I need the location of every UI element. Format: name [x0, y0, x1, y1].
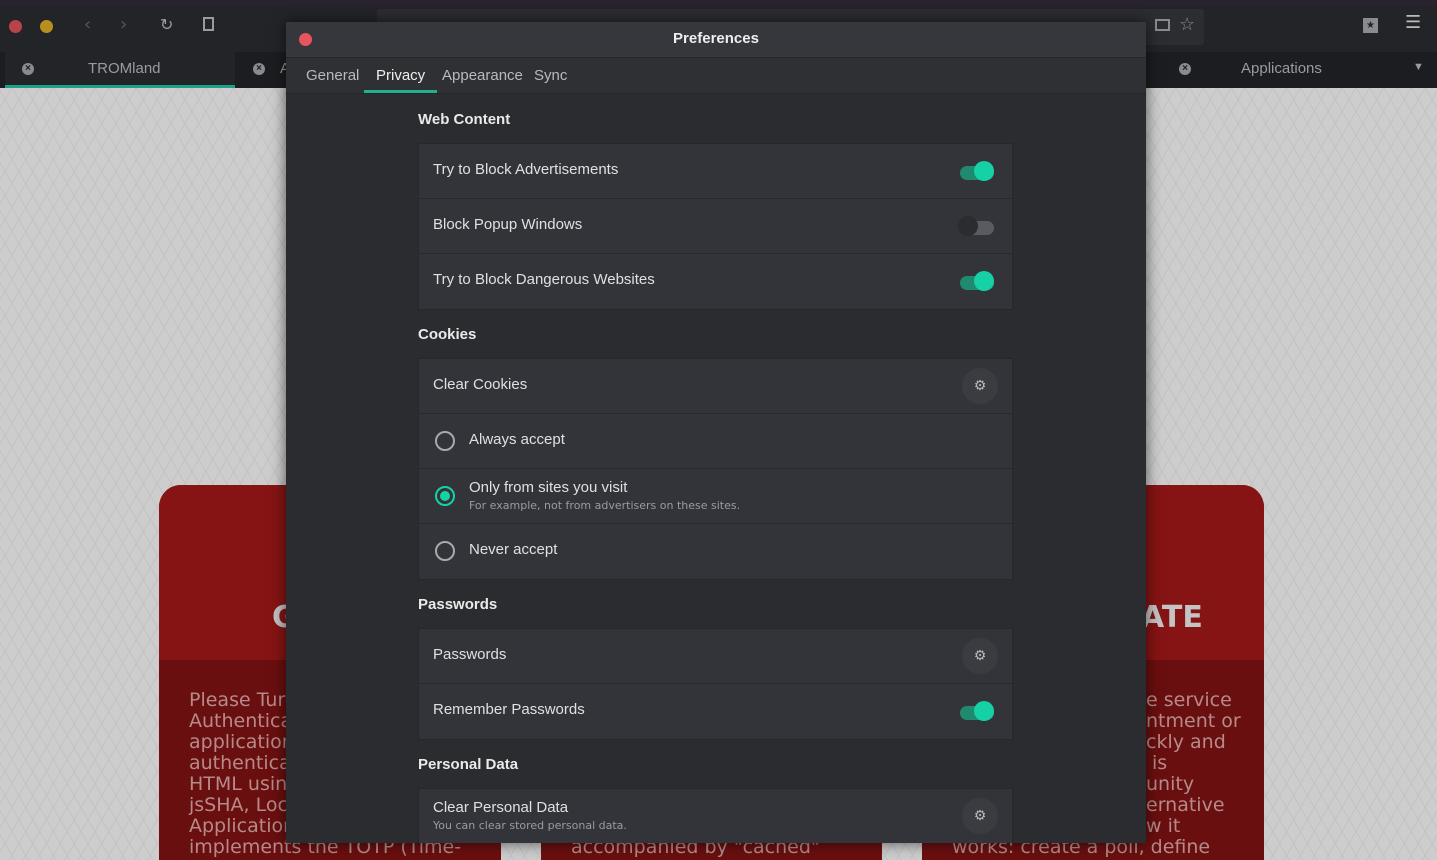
row-sublabel: For example, not from advertisers on the…	[469, 499, 741, 512]
card-title: ATE	[1141, 600, 1203, 635]
reader-icon[interactable]	[1155, 19, 1170, 31]
forward-icon[interactable]: ›	[120, 14, 127, 35]
always-accept-row[interactable]: Always accept	[419, 414, 1012, 469]
row-label: Clear Personal Data	[433, 799, 569, 816]
section-personal-data: Personal Data	[418, 756, 519, 773]
passwords-gear-icon[interactable]: ⚙	[962, 638, 998, 674]
row-label: Only from sites you visit	[469, 479, 628, 496]
never-accept-radio[interactable]	[435, 541, 455, 561]
cookies-group: Clear Cookies ⚙ Always accept Only from …	[418, 358, 1013, 580]
personal-data-group: Clear Personal Data You can clear stored …	[418, 788, 1013, 843]
never-accept-row[interactable]: Never accept	[419, 524, 1012, 579]
web-content-group: Try to Block Advertisements Block Popup …	[418, 143, 1013, 310]
tab-applications[interactable]: × Applications ▼	[1146, 52, 1437, 88]
star-icon[interactable]: ☆	[1179, 14, 1195, 35]
dialog-titlebar: Preferences	[286, 22, 1146, 58]
bookmarks-icon[interactable]: ★	[1363, 18, 1378, 33]
section-web-content: Web Content	[418, 111, 511, 128]
row-label: Try to Block Advertisements	[433, 161, 619, 178]
row-label: Block Popup Windows	[433, 216, 583, 233]
section-cookies: Cookies	[418, 326, 477, 343]
row-label: Remember Passwords	[433, 701, 585, 718]
row-label: Always accept	[469, 431, 565, 448]
tab-general[interactable]: General	[306, 58, 359, 93]
tab-sync[interactable]: Sync	[534, 58, 567, 93]
clear-personal-data-row: Clear Personal Data You can clear stored …	[419, 789, 1012, 843]
tab-list-dropdown-icon[interactable]: ▼	[1413, 61, 1424, 73]
passwords-row: Passwords ⚙	[419, 629, 1012, 684]
preferences-dialog: Preferences General Privacy Appearance S…	[286, 22, 1146, 843]
card-text: e service ntment or ckly and is unity ernativ…	[1146, 689, 1241, 837]
passwords-group: Passwords ⚙ Remember Passwords	[418, 628, 1013, 740]
close-tab-icon[interactable]: ×	[1179, 63, 1191, 75]
row-label: Passwords	[433, 646, 507, 663]
row-label: Clear Cookies	[433, 376, 528, 393]
clear-personal-data-gear-icon[interactable]: ⚙	[962, 798, 998, 834]
only-visited-row[interactable]: Only from sites you visit For example, no…	[419, 469, 1012, 524]
block-popups-toggle[interactable]	[958, 216, 994, 236]
block-ads-row: Try to Block Advertisements	[419, 144, 1012, 199]
tab-title: Applications	[1241, 60, 1322, 77]
always-accept-radio[interactable]	[435, 431, 455, 451]
remember-passwords-row: Remember Passwords	[419, 684, 1012, 739]
only-visited-radio[interactable]	[435, 486, 455, 506]
block-popups-row: Block Popup Windows	[419, 199, 1012, 254]
close-tab-icon[interactable]: ×	[22, 63, 34, 75]
minimize-window-button[interactable]	[40, 20, 53, 33]
tab-privacy[interactable]: Privacy	[364, 58, 438, 93]
tab-title: TROMland	[88, 60, 161, 77]
close-window-button[interactable]	[9, 20, 22, 33]
dialog-tabs: General Privacy Appearance Sync	[286, 58, 1146, 94]
section-passwords: Passwords	[418, 596, 498, 613]
clear-cookies-row: Clear Cookies ⚙	[419, 359, 1012, 414]
close-tab-icon[interactable]: ×	[253, 63, 265, 75]
clear-cookies-gear-icon[interactable]: ⚙	[962, 368, 998, 404]
tab-tromland[interactable]: × TROMland	[5, 52, 235, 88]
tab-appearance[interactable]: Appearance	[442, 58, 523, 93]
block-ads-toggle[interactable]	[958, 161, 994, 181]
new-page-icon[interactable]	[203, 17, 214, 31]
row-label: Try to Block Dangerous Websites	[433, 271, 655, 288]
menu-icon[interactable]: ☰	[1405, 12, 1421, 33]
block-dangerous-row: Try to Block Dangerous Websites	[419, 254, 1012, 309]
remember-passwords-toggle[interactable]	[958, 701, 994, 721]
reload-icon[interactable]: ↻	[160, 15, 173, 34]
row-label: Never accept	[469, 541, 558, 558]
row-sublabel: You can clear stored personal data.	[433, 819, 627, 832]
dialog-title: Preferences	[673, 30, 759, 47]
back-icon[interactable]: ‹	[84, 14, 91, 35]
block-dangerous-toggle[interactable]	[958, 271, 994, 291]
